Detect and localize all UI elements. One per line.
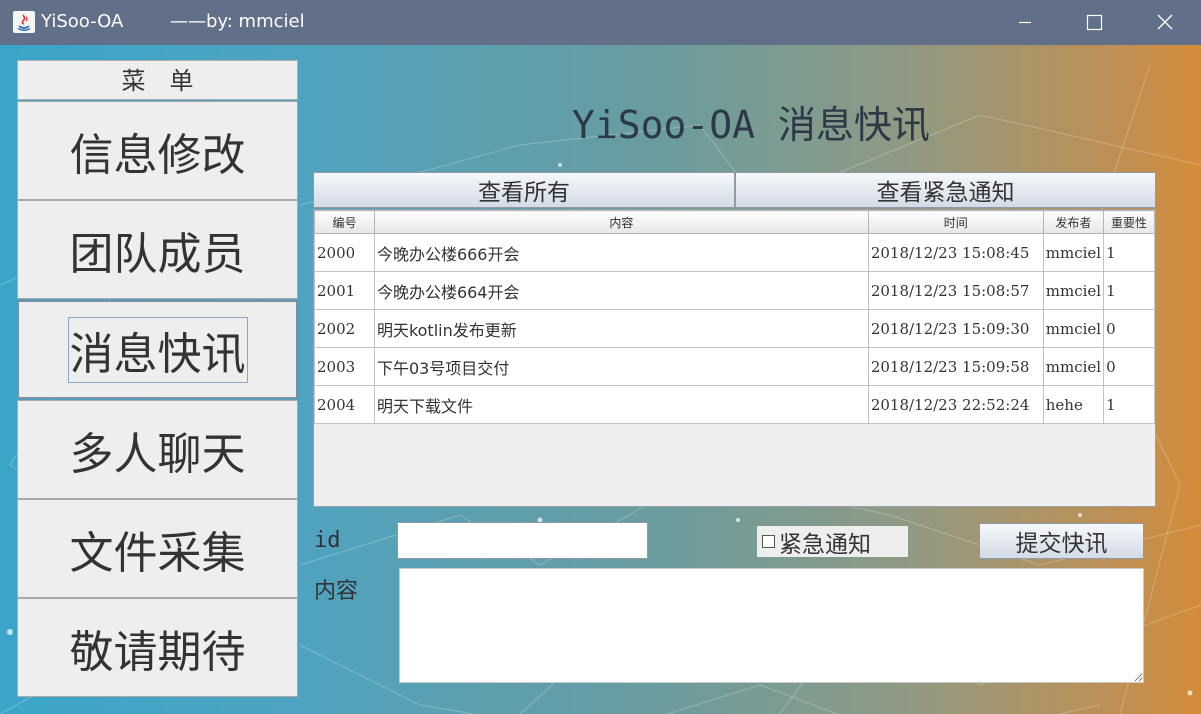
cell-id: 2002 [314, 309, 375, 348]
cell-time: 2018/12/23 15:08:57 [867, 271, 1044, 310]
cell-time: 2018/12/23 15:09:30 [867, 309, 1044, 348]
cell-publisher: hehe [1042, 385, 1105, 424]
sidebar-item-label: 敬请期待 [69, 626, 246, 678]
cell-importance: 0 [1103, 347, 1155, 386]
cell-content: 今晚办公楼666开会 [373, 233, 869, 272]
table-row[interactable]: 2003 下午03号项目交付 2018/12/23 15:09:58 mmcie… [314, 347, 1155, 386]
id-input[interactable] [397, 522, 648, 559]
cell-content: 明天kotlin发布更新 [373, 309, 869, 348]
sidebar-item-label: 团队成员 [69, 228, 246, 280]
sidebar-item-label: 消息快讯 [67, 316, 248, 383]
submit-news-button[interactable]: 提交快讯 [979, 523, 1144, 559]
sidebar-item-coming-soon[interactable]: 敬请期待 [17, 598, 298, 697]
content-textarea[interactable] [399, 568, 1144, 683]
cell-time: 2018/12/23 15:09:58 [867, 347, 1044, 386]
page-title: YiSoo-OA 消息快讯 [572, 103, 930, 147]
sidebar-item-label: 多人聊天 [69, 428, 246, 480]
cell-id: 2001 [314, 271, 375, 310]
maximize-icon[interactable] [1071, 0, 1117, 45]
urgent-checkbox-label: 紧急通知 [779, 531, 871, 558]
view-all-button[interactable]: 查看所有 [313, 172, 735, 208]
cell-importance: 0 [1103, 309, 1155, 348]
cell-publisher: mmciel [1042, 233, 1105, 272]
minimize-icon[interactable] [1002, 0, 1048, 45]
column-header-id[interactable]: 编号 [314, 210, 375, 234]
cell-importance: 1 [1103, 271, 1155, 310]
cell-content: 明天下载文件 [373, 385, 869, 424]
sidebar-item-profile-edit[interactable]: 信息修改 [17, 101, 298, 200]
sidebar-item-label: 信息修改 [69, 129, 246, 181]
sidebar-item-team-members[interactable]: 团队成员 [17, 200, 298, 299]
menu-header: 菜单 [17, 60, 298, 100]
table-row[interactable]: 2004 明天下载文件 2018/12/23 22:52:24 hehe 1 [314, 385, 1155, 424]
column-header-content[interactable]: 内容 [373, 210, 869, 234]
cell-time: 2018/12/23 15:08:45 [867, 233, 1044, 272]
table-row[interactable]: 2001 今晚办公楼664开会 2018/12/23 15:08:57 mmci… [314, 271, 1155, 310]
content-label: 内容 [314, 579, 359, 604]
cell-publisher: mmciel [1042, 309, 1105, 348]
cell-id: 2003 [314, 347, 375, 386]
column-header-time[interactable]: 时间 [867, 210, 1044, 234]
sidebar-item-news[interactable]: 消息快讯 [17, 300, 298, 399]
sidebar-item-label: 文件采集 [69, 527, 246, 579]
author-label: ——by: mmciel [170, 11, 305, 32]
news-table[interactable]: 编号 内容 时间 发布者 重要性 2000 今晚办公楼666开会 2018/12… [313, 209, 1156, 507]
sidebar-item-group-chat[interactable]: 多人聊天 [17, 400, 298, 499]
cell-content: 今晚办公楼664开会 [373, 271, 869, 310]
table-row[interactable]: 2002 明天kotlin发布更新 2018/12/23 15:09:30 mm… [314, 309, 1155, 348]
cell-id: 2004 [314, 385, 375, 424]
id-label: id [314, 528, 341, 553]
cell-time: 2018/12/23 22:52:24 [867, 385, 1044, 424]
cell-importance: 1 [1103, 385, 1155, 424]
column-header-importance[interactable]: 重要性 [1103, 210, 1155, 234]
cell-id: 2000 [314, 233, 375, 272]
cell-publisher: mmciel [1042, 347, 1105, 386]
close-icon[interactable] [1141, 0, 1187, 45]
view-urgent-button[interactable]: 查看紧急通知 [735, 172, 1156, 208]
cell-importance: 1 [1103, 233, 1155, 272]
title-bar[interactable]: YiSoo-OA ——by: mmciel [0, 0, 1201, 45]
column-header-publisher[interactable]: 发布者 [1042, 210, 1105, 234]
checkbox-box-icon[interactable] [762, 535, 775, 548]
cell-content: 下午03号项目交付 [373, 347, 869, 386]
table-row[interactable]: 2000 今晚办公楼666开会 2018/12/23 15:08:45 mmci… [314, 233, 1155, 272]
java-app-icon [13, 11, 35, 33]
cell-publisher: mmciel [1042, 271, 1105, 310]
sidebar-item-file-collection[interactable]: 文件采集 [17, 499, 298, 598]
window-title: YiSoo-OA [41, 11, 124, 32]
urgent-checkbox[interactable]: 紧急通知 [757, 526, 908, 558]
